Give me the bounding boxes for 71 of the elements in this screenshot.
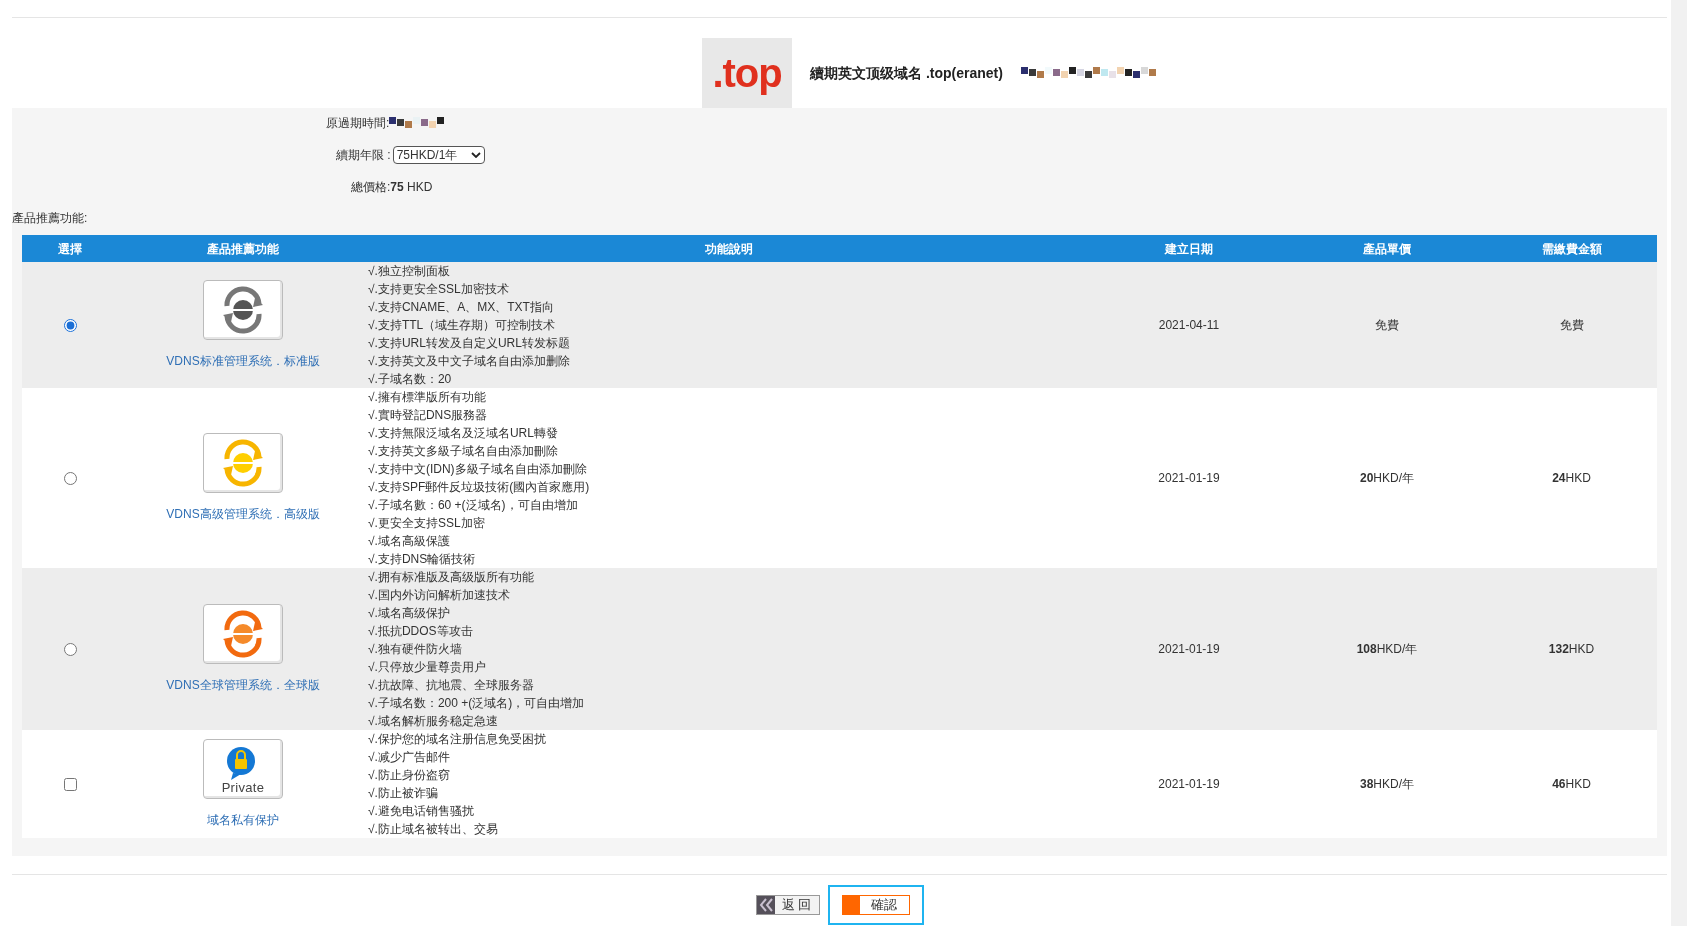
icon-caption: Private — [221, 780, 265, 794]
feature-item: √.域名高级保护 — [368, 605, 451, 622]
column-header: 建立日期 — [1163, 240, 1214, 258]
feature-item: √.支持CNAME、A、MX、TXT指向 — [368, 299, 555, 316]
feature-item: √.避免电话销售骚扰 — [368, 803, 475, 820]
feature-item: √.抗故障、抗地震、全球服务器 — [368, 677, 535, 694]
product-link[interactable]: VDNS高级管理系统．高级版 — [166, 505, 320, 523]
amount-cell-text: 132HKD — [1548, 641, 1595, 658]
feature-item: √.支持DNS輪循技術 — [368, 551, 477, 568]
feature-item: √.防止域名被转出、交易 — [368, 821, 499, 838]
total-price: 總價格:75 HKD — [351, 179, 433, 196]
price-cell-text: 38HKD/年 — [1360, 776, 1414, 793]
logo: .top — [702, 38, 793, 108]
feature-item: √.独立控制面板 — [368, 263, 451, 280]
feature-item: √.保护您的域名注册信息免受困扰 — [368, 731, 547, 748]
feature-item: √.支持英文多級子域名自由添加刪除 — [368, 443, 559, 460]
feature-item: √.子域名数：200 +(泛域名)，可自由增加 — [368, 695, 586, 712]
feature-item: √.抵抗DDOS等攻击 — [368, 623, 474, 640]
product-link[interactable]: VDNS全球管理系统．全球版 — [166, 676, 320, 694]
price-cell-text: 20HKD/年 — [1360, 470, 1414, 487]
product-link[interactable]: 域名私有保护 — [207, 811, 279, 829]
feature-item: √.支持TTL（域生存期）可控制技术 — [368, 317, 557, 334]
select-radio[interactable] — [63, 471, 77, 485]
section-label: 產品推薦功能: — [12, 210, 89, 227]
feature-item: √.實時登記DNS服務器 — [368, 407, 489, 424]
feature-item: √.拥有标准版及高级版所有功能 — [368, 569, 535, 586]
select-radio[interactable] — [63, 318, 77, 332]
select-radio[interactable] — [63, 642, 77, 656]
feature-item: √.支持更安全SSL加密技术 — [368, 281, 510, 298]
feature-item: √.支持英文及中文子域名自由添加删除 — [368, 353, 571, 370]
feature-item: √.擁有標準版所有功能 — [368, 389, 487, 406]
feature-item: √.子域名数：20 — [368, 371, 453, 388]
double-chevron-icon — [756, 896, 775, 914]
confirm-button[interactable]: 確認 — [841, 895, 910, 915]
feature-item: √.支持URL转发及自定义URL转发标题 — [368, 335, 571, 352]
date-cell-text: 2021-01-19 — [1158, 776, 1220, 793]
expiry-label: 原過期時間: — [326, 115, 390, 132]
amount-cell-text: 24HKD — [1552, 470, 1591, 487]
select-checkbox[interactable] — [63, 777, 77, 791]
chevron-down-icon — [470, 152, 481, 158]
feature-item: √.减少广告邮件 — [368, 749, 451, 766]
feature-item: √.更安全支持SSL加密 — [368, 515, 486, 532]
date-cell-text: 2021-01-19 — [1158, 470, 1220, 487]
column-header: 產品單價 — [1362, 240, 1412, 258]
column-header: 產品推薦功能 — [206, 240, 280, 258]
feature-item: √.域名解析服务稳定急速 — [368, 713, 499, 730]
feature-item: √.子域名數：60 +(泛域名)，可自由增加 — [368, 497, 579, 514]
date-cell-text: 2021-04-11 — [1158, 317, 1220, 334]
column-header: 選擇 — [57, 240, 83, 258]
product-link[interactable]: VDNS标准管理系统．标准版 — [166, 352, 320, 370]
feature-item: √.支持SPF郵件反垃圾技術(國內首家應用) — [368, 479, 591, 496]
feature-item: √.独有硬件防火墙 — [368, 641, 463, 658]
feature-item: √.国内外访问解析加速技术 — [368, 587, 511, 604]
feature-item: √.防止身份盗窃 — [368, 767, 451, 784]
feature-item: √.只停放少量尊贵用户 — [368, 659, 487, 676]
price-cell-text: 108HKD/年 — [1356, 641, 1418, 658]
feature-item: √.防止被诈骗 — [368, 785, 439, 802]
column-header: 功能說明 — [704, 240, 754, 258]
date-cell-text: 2021-01-19 — [1158, 641, 1220, 658]
feature-item: √.支持無限泛域名及泛域名URL轉發 — [368, 425, 559, 442]
redacted-mosaic — [389, 117, 446, 129]
price-cell-text: 免費 — [1375, 317, 1399, 334]
column-header: 需繳費金額 — [1540, 240, 1603, 258]
amount-cell-text: 免費 — [1559, 317, 1584, 334]
back-button[interactable]: 返 回 — [755, 895, 820, 915]
feature-item: √.支持中文(IDN)多級子域名自由添加刪除 — [368, 461, 588, 478]
feature-item: √.域名高級保護 — [368, 533, 451, 550]
amount-cell-text: 46HKD — [1552, 776, 1591, 793]
period-select[interactable]: 75HKD/1年 — [392, 146, 485, 164]
page-title: 續期英文顶级域名 .top(eranet) — [810, 63, 1003, 83]
period-label: 續期年限 : — [336, 147, 391, 164]
